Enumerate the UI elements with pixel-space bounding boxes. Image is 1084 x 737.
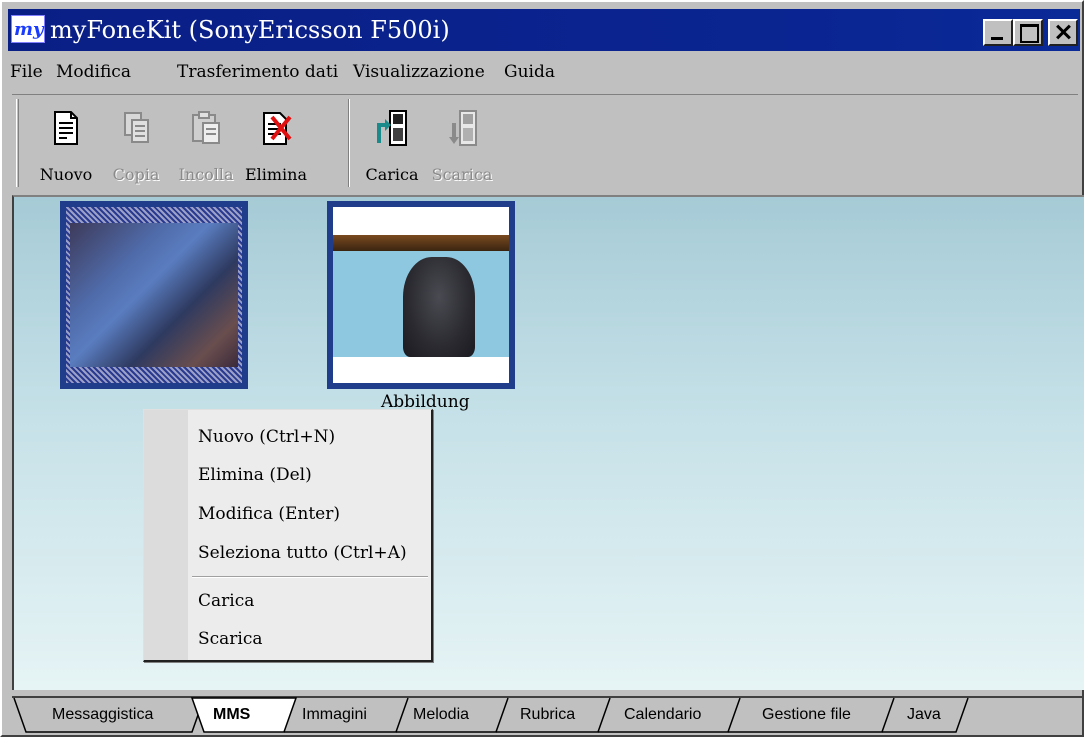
tab-mms[interactable]: MMS xyxy=(213,706,250,724)
context-menu-separator xyxy=(192,576,428,578)
context-menu-delete[interactable]: Elimina (Del) xyxy=(198,465,312,485)
delete-label: Elimina xyxy=(244,165,308,184)
new-document-icon xyxy=(54,111,78,145)
app-window: my myFoneKit (SonyEricsson F500i) File M… xyxy=(0,0,1084,737)
context-menu-upload[interactable]: Carica xyxy=(198,591,254,611)
mms-thumbnail-selected[interactable] xyxy=(60,201,248,389)
menu-visualizzazione[interactable]: Visualizzazione xyxy=(353,62,485,82)
paste-label: Incolla xyxy=(178,165,234,184)
menu-modifica[interactable]: Modifica xyxy=(56,62,131,82)
delete-icon xyxy=(263,112,292,145)
context-menu-select-all[interactable]: Seleziona tutto (Ctrl+A) xyxy=(198,543,407,563)
toolbar: Nuovo Copia Incolla Elimina Carica Scari… xyxy=(12,94,1078,190)
download-from-phone-icon xyxy=(449,110,477,146)
new-label: Nuovo xyxy=(39,165,93,184)
tab-gestione-file[interactable]: Gestione file xyxy=(762,706,851,724)
upload-to-phone-icon xyxy=(377,110,407,146)
context-menu-edit[interactable]: Modifica (Enter) xyxy=(198,504,340,524)
copy-icon xyxy=(124,112,149,143)
close-button[interactable] xyxy=(1048,19,1078,46)
app-logo-icon[interactable]: my xyxy=(11,15,45,43)
menu-guida[interactable]: Guida xyxy=(504,62,555,82)
menu-file[interactable]: File xyxy=(10,62,43,82)
download-button[interactable]: Scarica xyxy=(432,105,492,187)
mms-preview-image xyxy=(70,223,238,367)
maximize-button[interactable] xyxy=(1013,19,1043,46)
tab-calendario[interactable]: Calendario xyxy=(624,706,701,724)
delete-button[interactable]: Elimina xyxy=(245,105,307,187)
tab-rubrica[interactable]: Rubrica xyxy=(520,706,575,724)
tab-messaggistica[interactable]: Messaggistica xyxy=(52,706,153,724)
mms-preview-image xyxy=(333,207,509,357)
toolbar-grip[interactable] xyxy=(16,99,19,187)
upload-label: Carica xyxy=(365,165,419,184)
tab-immagini[interactable]: Immagini xyxy=(302,706,367,724)
toolbar-separator xyxy=(348,99,350,187)
tab-java[interactable]: Java xyxy=(907,706,941,724)
menu-trasferimento-dati[interactable]: Trasferimento dati xyxy=(177,62,338,82)
paste-icon xyxy=(192,111,220,144)
context-menu: Nuovo (Ctrl+N) Elimina (Del) Modifica (E… xyxy=(143,409,433,662)
context-menu-download[interactable]: Scarica xyxy=(198,629,263,649)
tab-bar: Messaggistica MMS Immagini Melodia Rubri… xyxy=(12,696,1082,736)
copy-button[interactable]: Copia xyxy=(108,105,164,187)
new-button[interactable]: Nuovo xyxy=(38,105,94,187)
download-label: Scarica xyxy=(431,165,493,184)
context-menu-gutter xyxy=(144,410,188,660)
mms-thumbnail[interactable] xyxy=(327,201,515,389)
window-title: myFoneKit (SonyEricsson F500i) xyxy=(50,16,450,44)
app-logo-text: my xyxy=(14,19,44,40)
paste-button[interactable]: Incolla xyxy=(178,105,234,187)
minimize-button[interactable] xyxy=(983,19,1013,46)
tab-melodia[interactable]: Melodia xyxy=(413,706,469,724)
title-bar[interactable]: my myFoneKit (SonyEricsson F500i) xyxy=(8,9,1080,51)
context-menu-new[interactable]: Nuovo (Ctrl+N) xyxy=(198,427,335,447)
copy-label: Copia xyxy=(112,165,160,184)
upload-button[interactable]: Carica xyxy=(364,105,420,187)
